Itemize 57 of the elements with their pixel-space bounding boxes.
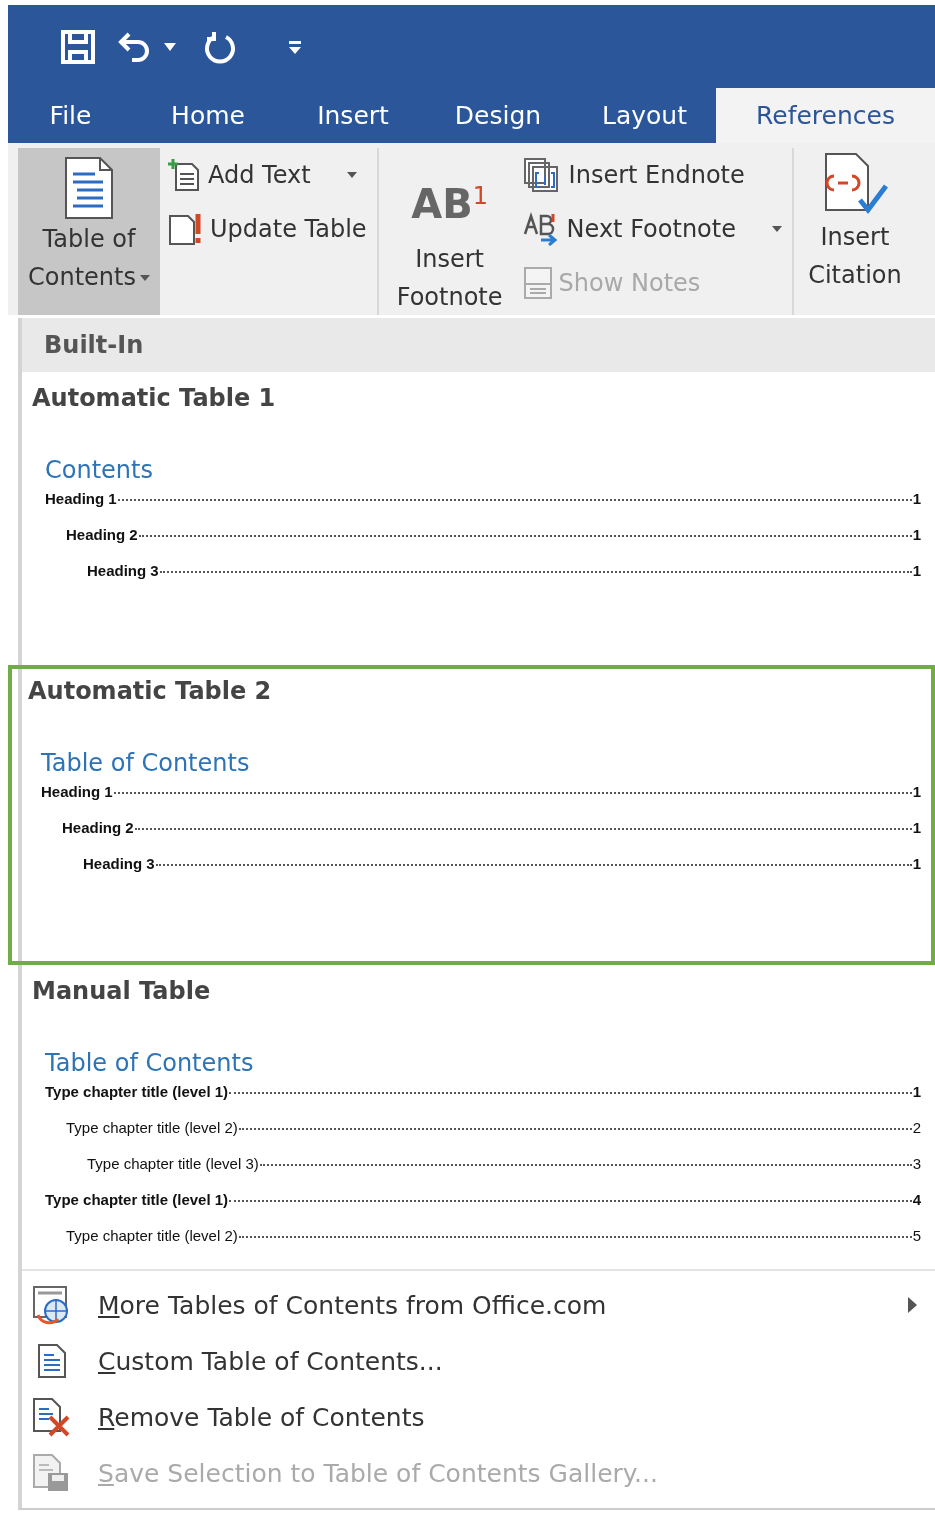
section-header: Built-In [22, 318, 935, 372]
page-number: 4 [912, 1191, 921, 1208]
entry-title: Heading 2 [62, 819, 134, 836]
page-number: 1 [912, 1083, 921, 1100]
entry-title: Heading 1 [45, 490, 117, 507]
gallery-item[interactable]: Automatic Table 2 Table of Contents Heading 1 1 Heading 2 1 Heading 3 1 [8, 665, 935, 965]
ribbon-button[interactable]: Insert Endnote [518, 152, 786, 198]
save-icon[interactable] [60, 28, 96, 65]
ribbon-tab[interactable]: Design [423, 88, 573, 143]
ribbon-button[interactable]: Table of Contents [18, 148, 160, 315]
notes-icon [522, 266, 553, 300]
entry-title: Type chapter title (level 3) [87, 1155, 259, 1172]
ribbon-button[interactable]: Insert Citation [799, 148, 910, 315]
entry-title: Heading 3 [83, 855, 155, 872]
add-text-icon [168, 158, 202, 192]
toc-heading: Contents [45, 456, 154, 484]
gallery-item-title: Manual Table [32, 977, 212, 1005]
page-number: 2 [912, 1119, 921, 1136]
entry-title: Heading 2 [66, 526, 138, 543]
entry-title: Type chapter title (level 2) [66, 1119, 238, 1136]
page-number: 1 [912, 819, 921, 836]
page-number: 5 [912, 1227, 921, 1244]
page-number: 1 [912, 526, 921, 543]
menu-item[interactable]: More Tables of Contents from Office.com [22, 1277, 935, 1333]
footnote-icon: AB$^{1}$ [411, 156, 488, 240]
document-icon [37, 1343, 67, 1379]
page-number: 1 [912, 562, 921, 579]
document-icon [64, 156, 114, 220]
ribbon-tab[interactable]: Insert [283, 88, 423, 143]
entry-title: Type chapter title (level 2) [66, 1227, 238, 1244]
ribbon-tab[interactable]: Home [133, 88, 283, 143]
page-number: 1 [912, 490, 921, 507]
toc-heading: Table of Contents [41, 749, 251, 777]
ribbon-button[interactable]: Add Text [164, 152, 371, 198]
gallery-item-title: Automatic Table 2 [28, 677, 273, 705]
remove-document-icon [32, 1397, 72, 1437]
page-number: 1 [912, 855, 921, 872]
entry-title: Type chapter title (level 1) [45, 1191, 229, 1208]
entry-title: Heading 3 [87, 562, 159, 579]
gallery-item-title: Automatic Table 1 [32, 384, 277, 412]
ribbon-button[interactable]: AB$^{1}$ Insert Footnote [384, 148, 515, 315]
customize-icon[interactable] [288, 38, 302, 55]
gallery-item[interactable]: Manual Table Table of Contents Type chapter title (level 1) 1 Type chapter title (level 2) 2 Type chapter title (level 3) 3 Type chapter title (level 1) 4 Type chapter title (level 2) 5 [22, 965, 935, 1265]
page-number: 3 [912, 1155, 921, 1172]
entry-title: Heading 1 [41, 783, 113, 800]
ribbon-button[interactable]: Next Footnote [518, 206, 786, 252]
ribbon-button[interactable]: Update Table [164, 206, 371, 252]
page-number: 1 [912, 783, 921, 800]
toc-heading: Table of Contents [45, 1049, 255, 1077]
menu-item[interactable]: Remove Table of Contents [22, 1389, 935, 1445]
update-icon [168, 212, 204, 246]
ribbon-tab[interactable]: References [716, 88, 935, 143]
ribbon-tab[interactable]: Layout [573, 88, 716, 143]
ribbon-tab[interactable]: File [8, 88, 133, 143]
entry-title: Type chapter title (level 1) [45, 1083, 229, 1100]
menu-item[interactable]: Custom Table of Contents... [22, 1333, 935, 1389]
gallery-item[interactable]: Automatic Table 1 Contents Heading 1 1 Heading 2 1 Heading 3 1 [22, 372, 935, 665]
